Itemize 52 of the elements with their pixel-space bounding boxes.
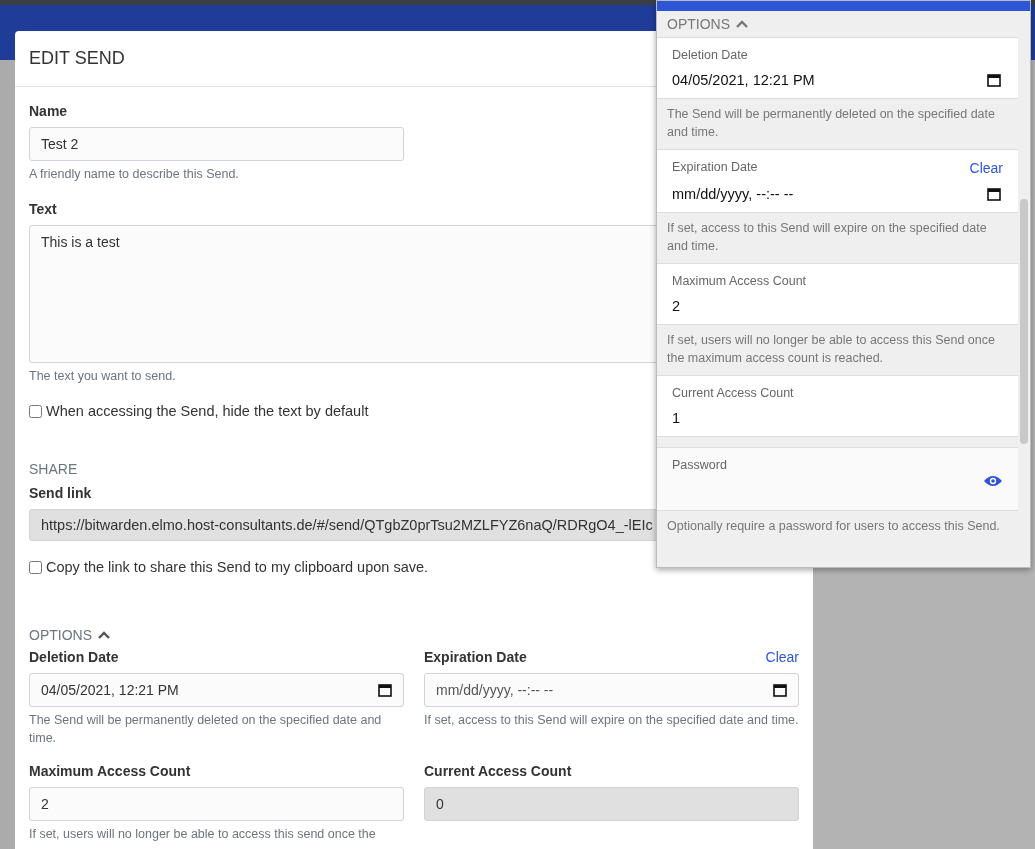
field-label: Send link xyxy=(29,485,92,501)
field-placeholder: mm/dd/yyyy, --:-- -- xyxy=(436,682,555,698)
field-placeholder: mm/dd/yyyy, --:-- -- xyxy=(672,186,795,202)
field-value: 04/05/2021, 12:21 PM xyxy=(41,682,180,698)
date-field[interactable]: Expiration Date Clear mm/dd/yyyy, --:-- -- xyxy=(657,149,1018,213)
field-value: 1 xyxy=(672,410,682,426)
field-hint: The text you want to send. xyxy=(29,368,176,385)
options-toggle[interactable]: OPTIONS xyxy=(29,627,110,643)
checkbox-label: Copy the link to share this Send to my clipboard upon save. xyxy=(46,559,429,575)
eye-icon[interactable] xyxy=(983,474,1003,488)
date-field[interactable]: 04/05/2021, 12:21 PM xyxy=(29,673,404,707)
field-value: 2 xyxy=(672,298,682,314)
name-field[interactable]: Test 2 xyxy=(29,127,404,161)
clear-link[interactable]: Clear xyxy=(969,160,1003,176)
calendar-icon[interactable] xyxy=(987,187,1001,201)
field-label: Text xyxy=(29,201,57,217)
field-label: Deletion Date xyxy=(672,48,748,62)
calendar-icon[interactable] xyxy=(378,683,392,697)
password-field[interactable]: Password xyxy=(657,447,1018,511)
field-hint: The Send will be permanently deleted on the specified date and time. xyxy=(666,106,996,141)
field-hint: A friendly name to describe this Send. xyxy=(29,166,239,183)
field-label: Password xyxy=(672,458,727,472)
number-field[interactable]: Maximum Access Count 2 xyxy=(657,263,1018,325)
caret-icon xyxy=(98,631,110,639)
options-toggle[interactable]: OPTIONS xyxy=(657,11,758,37)
number-field[interactable]: 2 xyxy=(29,787,404,821)
number-field[interactable]: Current Access Count 1 xyxy=(657,375,1018,437)
field-label: Deletion Date xyxy=(29,649,119,665)
checkbox-label: When accessing the Send, hide the text by default xyxy=(46,403,369,419)
field-hint: The Send will be permanently deleted on the specified date and time. xyxy=(29,712,383,747)
dialog-title: EDIT SEND xyxy=(29,48,125,69)
scrollbar[interactable] xyxy=(1020,199,1028,444)
field-label: Name xyxy=(29,103,68,119)
field-hint: If set, users will no longer be able to access this send once the xyxy=(29,826,377,843)
calendar-icon[interactable] xyxy=(987,73,1001,87)
field-label: Expiration Date xyxy=(672,160,758,176)
date-field[interactable]: mm/dd/yyyy, --:-- -- xyxy=(424,673,799,707)
field-hint: If set, access to this Send will expire on the specified date and time. xyxy=(424,712,799,729)
calendar-icon[interactable] xyxy=(773,683,787,697)
date-field[interactable]: Deletion Date 04/05/2021, 12:21 PM xyxy=(657,37,1018,99)
field-value: 0 xyxy=(436,796,445,812)
caret-icon xyxy=(736,20,748,28)
field-label: Current Access Count xyxy=(424,763,572,779)
field-value: 04/05/2021, 12:21 PM xyxy=(672,72,816,88)
section-heading: SHARE xyxy=(29,461,78,477)
hide-text-checkbox[interactable] xyxy=(29,404,42,418)
field-label: Current Access Count xyxy=(672,386,794,400)
clear-link[interactable]: Clear xyxy=(765,649,799,665)
field-label: Maximum Access Count xyxy=(29,763,191,779)
field-value: 2 xyxy=(41,796,50,812)
field-label: Expiration Date xyxy=(424,649,527,665)
copy-link-checkbox[interactable] xyxy=(29,560,42,574)
